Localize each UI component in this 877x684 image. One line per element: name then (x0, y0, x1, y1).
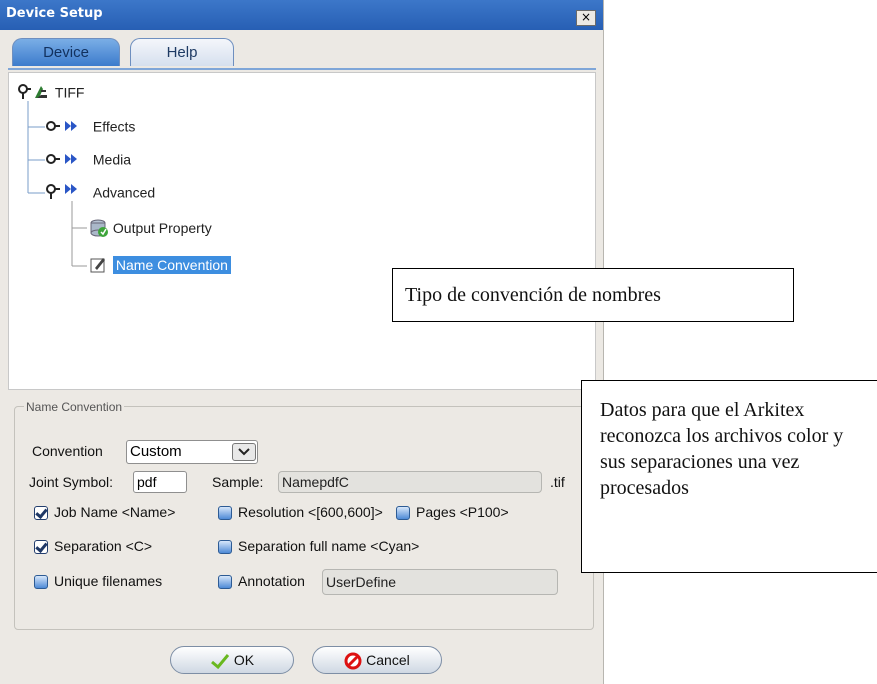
separation-checkbox[interactable] (34, 540, 48, 554)
sample-extension: .tif (550, 474, 565, 490)
callout-naming-type-text: Tipo de convención de nombres (405, 284, 661, 306)
job-name-checkbox[interactable] (34, 506, 48, 520)
pages-label: Pages <P100> (416, 504, 509, 520)
joint-symbol-value: pdf (137, 474, 157, 490)
convention-label: Convention (32, 443, 103, 459)
title-bar[interactable]: Device Setup × (0, 0, 603, 30)
tree-node-advanced[interactable]: Advanced (45, 183, 155, 201)
tab-device[interactable]: Device (12, 38, 120, 66)
pages-checkbox[interactable] (396, 506, 410, 520)
separation-full-name-checkbox[interactable] (218, 540, 232, 554)
separation-full-name-label: Separation full name <Cyan> (238, 538, 420, 554)
expand-key-icon (18, 84, 47, 100)
close-button[interactable]: × (576, 10, 596, 26)
tree-node-name-convention[interactable]: Name Convention (89, 255, 231, 275)
device-tree: TIFF Effects Media Advanced Output Prope… (8, 72, 596, 390)
chevron-down-icon (238, 448, 250, 456)
resolution-checkbox[interactable] (218, 506, 232, 520)
cancel-button[interactable]: Cancel (312, 646, 442, 674)
annotation-input[interactable]: UserDefine (322, 569, 558, 595)
tab-help[interactable]: Help (130, 38, 234, 66)
resolution-label: Resolution <[600,600]> (238, 504, 383, 520)
joint-symbol-input[interactable]: pdf (133, 471, 187, 493)
tree-label-output-property: Output Property (112, 220, 212, 236)
tree-label-name-convention: Name Convention (112, 256, 231, 274)
cancel-label: Cancel (366, 652, 410, 668)
unique-filenames-checkbox[interactable] (34, 575, 48, 589)
checkmark-icon (210, 654, 230, 670)
tree-node-effects[interactable]: Effects (45, 117, 135, 134)
database-icon (90, 219, 108, 237)
sample-field: NamepdfC (278, 471, 542, 493)
convention-value: Custom (130, 443, 182, 460)
separation-label: Separation <C> (54, 538, 153, 554)
callout-arkitex-note-text: Datos para que el Arkitex reconozca los … (600, 399, 844, 499)
device-setup-window: Device Setup × Device Help TIFF Effects … (0, 0, 604, 684)
group-title: Name Convention (24, 400, 125, 414)
unique-filenames-label: Unique filenames (54, 573, 163, 589)
ok-label: OK (233, 652, 255, 668)
edit-document-icon (90, 258, 105, 273)
cancel-icon (344, 652, 362, 670)
tree-label-media: Media (92, 151, 132, 168)
joint-symbol-label: Joint Symbol: (29, 474, 114, 490)
tree-node-tiff[interactable]: TIFF (17, 83, 84, 101)
annotation-label: Annotation (238, 573, 305, 589)
collapsed-node-icon (46, 154, 77, 165)
callout-naming-type: Tipo de convención de nombres (392, 268, 794, 322)
ok-button[interactable]: OK (170, 646, 294, 674)
sample-label: Sample: (212, 474, 264, 490)
annotation-checkbox[interactable] (218, 575, 232, 589)
collapsed-node-icon (46, 121, 77, 132)
tree-node-output-property[interactable]: Output Property (89, 218, 212, 238)
sample-value: NamepdfC (282, 474, 349, 490)
tab-bar: Device Help (8, 38, 596, 70)
tree-label-tiff: TIFF (54, 84, 85, 101)
job-name-label: Job Name <Name> (54, 504, 176, 520)
annotation-value: UserDefine (326, 574, 397, 590)
tree-node-media[interactable]: Media (45, 150, 131, 167)
convention-dropdown-button[interactable] (232, 443, 256, 461)
callout-arkitex-note: Datos para que el Arkitex reconozca los … (581, 380, 877, 573)
tree-label-effects: Effects (92, 118, 136, 135)
expanded-node-icon (46, 184, 77, 200)
tree-label-advanced: Advanced (92, 184, 156, 201)
window-title: Device Setup (6, 6, 103, 21)
